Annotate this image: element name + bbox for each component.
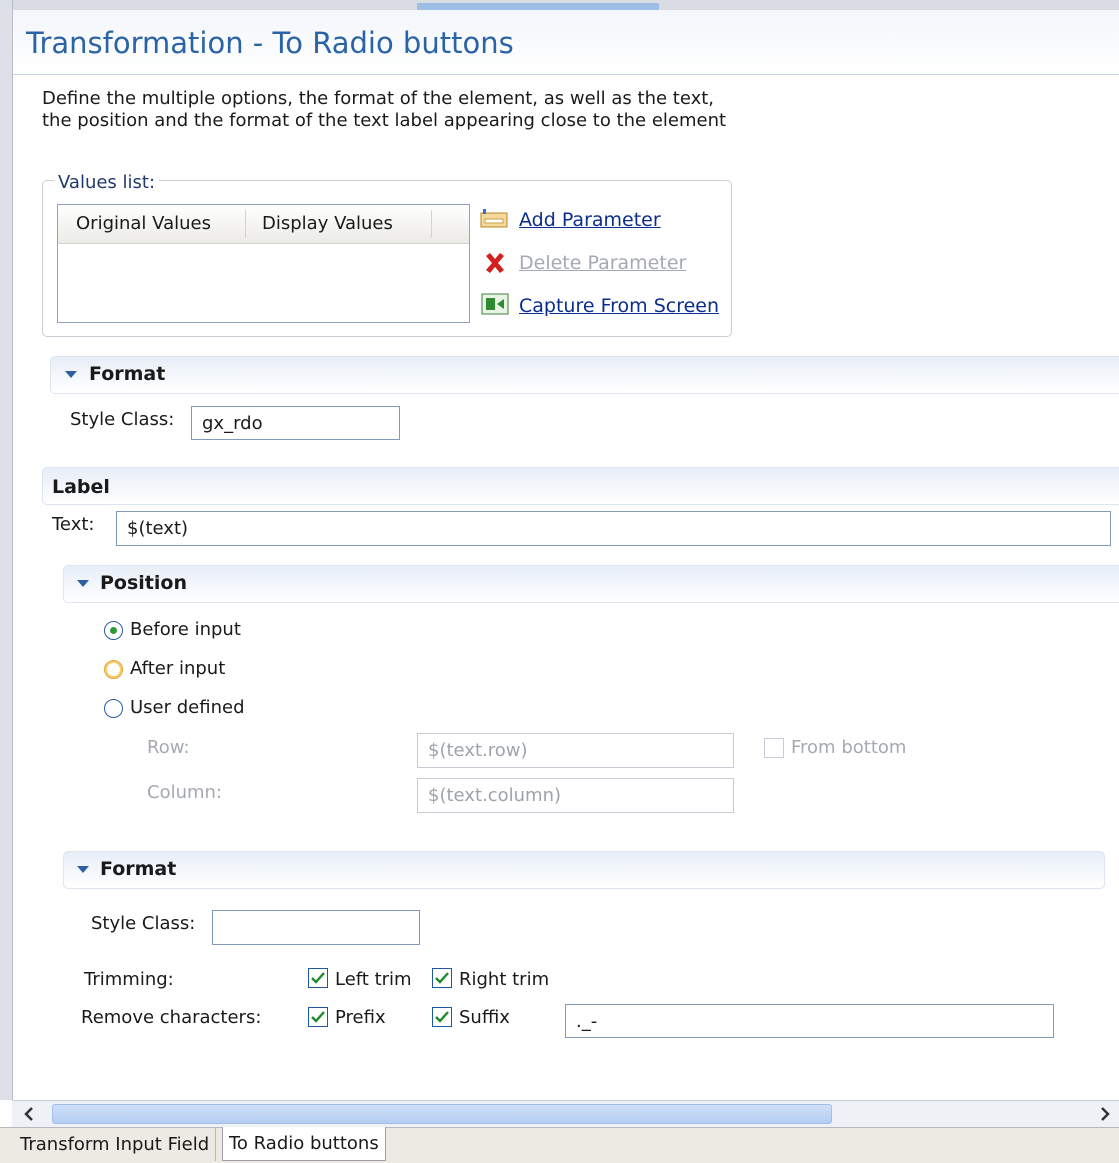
text-label: Text:: [52, 514, 95, 535]
remove-characters-input[interactable]: ._-: [565, 1004, 1054, 1038]
radio-user-defined-label[interactable]: User defined: [130, 697, 245, 718]
left-trim-label[interactable]: Left trim: [335, 969, 412, 990]
description-line-1: Define the multiple options, the format …: [42, 88, 715, 109]
values-table[interactable]: Original Values Display Values: [57, 204, 470, 323]
collapse-caret-icon[interactable]: [77, 580, 89, 587]
tab-transform-input-field[interactable]: Transform Input Field: [14, 1128, 217, 1161]
scroll-right-arrow-icon[interactable]: [1094, 1104, 1114, 1124]
row-input[interactable]: $(text.row): [417, 733, 734, 768]
values-list-legend: Values list:: [54, 172, 160, 193]
delete-parameter-link[interactable]: Delete Parameter: [519, 252, 686, 274]
column-separator: [431, 210, 432, 238]
add-parameter-icon[interactable]: [480, 208, 508, 230]
collapse-caret-icon[interactable]: [65, 371, 77, 378]
label-section-title: Label: [52, 476, 110, 498]
radio-before-input[interactable]: [104, 621, 123, 640]
row-label: Row:: [147, 737, 190, 758]
add-parameter-link[interactable]: Add Parameter: [519, 209, 661, 231]
left-trim-checkbox[interactable]: [308, 968, 328, 988]
radio-after-input-label[interactable]: After input: [130, 658, 225, 679]
capture-screen-icon[interactable]: [481, 292, 509, 316]
active-tab-highlight: [417, 3, 659, 10]
right-trim-label[interactable]: Right trim: [459, 969, 549, 990]
suffix-label[interactable]: Suffix: [459, 1007, 510, 1028]
radio-after-input[interactable]: [104, 660, 123, 679]
editor-left-border: [0, 0, 13, 1100]
capture-from-screen-link[interactable]: Capture From Screen: [519, 295, 719, 317]
description-line-2: the position and the format of the text …: [42, 110, 727, 131]
from-bottom-checkbox[interactable]: [764, 738, 784, 758]
prefix-checkbox[interactable]: [308, 1007, 328, 1027]
text-input[interactable]: $(text): [116, 511, 1111, 546]
position-section-header[interactable]: [63, 565, 1119, 603]
label-style-class-label: Style Class:: [91, 913, 196, 934]
radio-user-defined[interactable]: [104, 699, 123, 718]
column-input[interactable]: $(text.column): [417, 778, 734, 813]
format-section-header[interactable]: [50, 356, 1119, 394]
style-class-input[interactable]: gx_rdo: [191, 406, 400, 440]
label-section-header: [42, 467, 1119, 505]
prefix-label[interactable]: Prefix: [335, 1007, 386, 1028]
label-style-class-input[interactable]: [212, 910, 420, 945]
collapse-caret-icon[interactable]: [77, 866, 89, 873]
format-section-title: Format: [89, 363, 166, 385]
column-header-display-values[interactable]: Display Values: [262, 213, 393, 234]
from-bottom-label: From bottom: [791, 737, 907, 758]
values-table-header: Original Values Display Values: [58, 205, 469, 244]
horizontal-scrollbar[interactable]: [12, 1100, 1119, 1127]
scroll-thumb[interactable]: [52, 1104, 832, 1124]
tab-to-radio-buttons[interactable]: To Radio buttons: [222, 1127, 386, 1161]
editor-top-strip: [0, 0, 1119, 10]
radio-before-input-label[interactable]: Before input: [130, 619, 241, 640]
label-format-section-title: Format: [100, 858, 177, 880]
radio-selected-dot: [110, 627, 117, 634]
column-label: Column:: [147, 782, 222, 803]
style-class-label: Style Class:: [70, 409, 175, 430]
column-separator: [245, 210, 246, 238]
remove-characters-label: Remove characters:: [81, 1007, 262, 1028]
suffix-checkbox[interactable]: [432, 1007, 452, 1027]
column-header-original-values[interactable]: Original Values: [76, 213, 211, 234]
trimming-label: Trimming:: [84, 969, 174, 990]
right-trim-checkbox[interactable]: [432, 968, 452, 988]
page-title: Transformation - To Radio buttons: [26, 26, 514, 60]
scroll-left-arrow-icon[interactable]: [20, 1104, 40, 1124]
delete-icon[interactable]: [483, 251, 507, 275]
position-section-title: Position: [100, 572, 187, 594]
label-format-section-header[interactable]: [63, 851, 1105, 889]
